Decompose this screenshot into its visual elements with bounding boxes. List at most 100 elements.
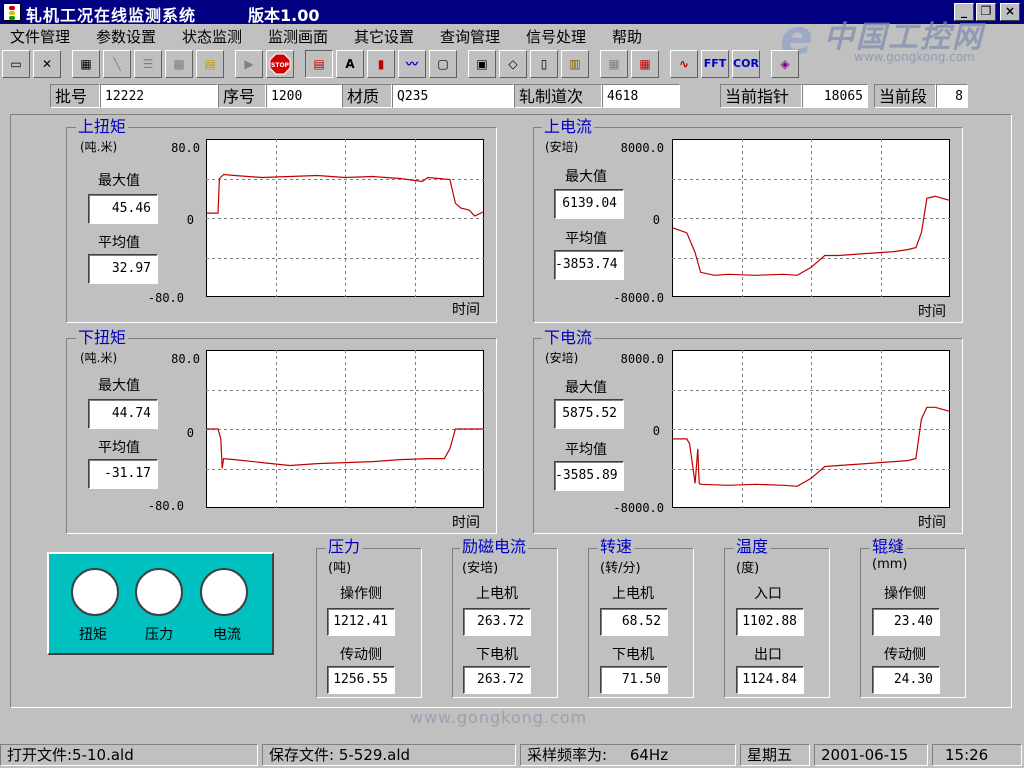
window-icon[interactable]: ▢ (429, 50, 457, 78)
lower-current-avg-value: -3585.89 (554, 461, 624, 491)
temperature-label-1: 入口 (754, 586, 782, 602)
material-value: Q235 (392, 84, 514, 108)
lower-torque-ymin: -80.0 (147, 499, 184, 513)
pressure-label-1: 操作侧 (340, 586, 382, 602)
lower-current-avg-label: 平均值 (565, 442, 607, 458)
upper-current-max-value: 6139.04 (554, 189, 624, 219)
speed-title: 转速 (598, 537, 635, 556)
cut-icon[interactable]: ✕ (33, 50, 61, 78)
pressure-unit: (吨) (328, 561, 352, 576)
status-save-file: 保存文件: 5-529.ald (262, 744, 516, 766)
note-icon[interactable]: ▤ (196, 50, 224, 78)
menu-file[interactable]: 文件管理 (10, 26, 70, 47)
monitor-view-icon[interactable]: ▤ (305, 50, 333, 78)
lower-torque-title: 下扭矩 (76, 328, 129, 347)
gap-value-2: 24.30 (872, 666, 940, 694)
upper-torque-ymin: -80.0 (147, 291, 184, 305)
menu-other-settings[interactable]: 其它设置 (354, 26, 414, 47)
grid-icon[interactable]: ▦ (600, 50, 628, 78)
lower-current-max-value: 5875.52 (554, 399, 624, 429)
menu-bar: 文件管理 参数设置 状态监测 监测画面 其它设置 查询管理 信号处理 帮助 (0, 24, 1024, 48)
toolbar: ▭ ✕ ▦ ╲ ☰ ▩ ▤ ▶ STOP ▤ A ▮ 〰 ▢ ▣ ◇ ▯ ▥ ▦… (0, 48, 1024, 80)
menu-signal[interactable]: 信号处理 (526, 26, 586, 47)
lower-torque-max-value: 44.74 (88, 399, 158, 429)
cor-button[interactable]: COR (732, 50, 760, 78)
window-version: 版本1.00 (248, 6, 320, 25)
diamond-icon[interactable]: ◇ (499, 50, 527, 78)
upper-current-unit: (安培) (545, 140, 579, 154)
excitation-unit: (安培) (462, 561, 499, 576)
upper-torque-ymax: 80.0 (171, 141, 200, 155)
traffic-light-icon[interactable] (3, 3, 21, 21)
menu-monitor-screen[interactable]: 监测画面 (268, 26, 328, 47)
upper-torque-max-label: 最大值 (98, 173, 140, 189)
menu-params[interactable]: 参数设置 (96, 26, 156, 47)
upper-torque-max-value: 45.46 (88, 194, 158, 224)
upper-current-ymax: 8000.0 (620, 141, 664, 155)
lower-torque-max-label: 最大值 (98, 378, 140, 394)
upper-torque-yzero: 0 (186, 213, 194, 227)
temperature-label-2: 出口 (754, 647, 782, 663)
lower-torque-avg-value: -31.17 (88, 459, 158, 489)
pressure-value-1: 1212.41 (327, 608, 395, 636)
lower-torque-xlabel: 时间 (452, 515, 480, 531)
speed-label-1: 上电机 (612, 586, 654, 602)
upper-current-chart (672, 139, 950, 297)
torque-lamp-label: 扭矩 (79, 627, 107, 643)
table-icon[interactable]: ▦ (72, 50, 100, 78)
grid-red-icon[interactable]: ▦ (631, 50, 659, 78)
pointer-value: 18065 (802, 84, 868, 108)
page-icon[interactable]: ▯ (530, 50, 558, 78)
menu-status-monitor[interactable]: 状态监测 (182, 26, 242, 47)
print-icon[interactable]: ▣ (468, 50, 496, 78)
upper-current-ymin: -8000.0 (613, 291, 664, 305)
grid-gray-icon[interactable]: ▩ (165, 50, 193, 78)
upper-current-avg-value: -3853.74 (554, 250, 624, 280)
fft-button[interactable]: FFT (701, 50, 729, 78)
waveform-icon[interactable]: ∿ (670, 50, 698, 78)
excitation-title: 励磁电流 (460, 537, 529, 556)
segment-label: 当前段 (874, 84, 936, 108)
lower-current-max-label: 最大值 (565, 380, 607, 396)
segment-value: 8 (936, 84, 968, 108)
excitation-value-2: 263.72 (463, 666, 531, 694)
status-time: 15:26 (932, 744, 1022, 766)
material-label: 材质 (342, 84, 392, 108)
bars-gray-icon[interactable]: ☰ (134, 50, 162, 78)
menu-query[interactable]: 查询管理 (440, 26, 500, 47)
lower-current-title: 下电流 (542, 328, 595, 347)
lower-current-yzero: 0 (652, 424, 660, 438)
upper-current-max-label: 最大值 (565, 169, 607, 185)
lower-current-ymin: -8000.0 (613, 501, 664, 515)
temperature-unit: (度) (736, 561, 760, 576)
upper-torque-avg-value: 32.97 (88, 254, 158, 284)
upper-torque-avg-label: 平均值 (98, 235, 140, 251)
seq-value: 1200 (266, 84, 342, 108)
upper-current-avg-label: 平均值 (565, 231, 607, 247)
speed-value-2: 71.50 (600, 666, 668, 694)
status-open-file: 打开文件:5-10.ald (0, 744, 258, 766)
lower-torque-chart (206, 350, 484, 508)
bar-chart-icon[interactable]: ▮ (367, 50, 395, 78)
lower-torque-ymax: 80.0 (171, 352, 200, 366)
temperature-value-2: 1124.84 (736, 666, 804, 694)
pointer-label: 当前指针 (720, 84, 802, 108)
line-tool-icon[interactable]: ╲ (103, 50, 131, 78)
menu-help[interactable]: 帮助 (612, 26, 642, 47)
status-sample-rate: 采样频率为: 64Hz (520, 744, 736, 766)
line-chart-icon[interactable]: 〰 (398, 50, 426, 78)
pass-value: 4618 (602, 84, 680, 108)
open-icon[interactable]: ▭ (2, 50, 30, 78)
speed-label-2: 下电机 (612, 647, 654, 663)
gap-label-1: 操作侧 (884, 586, 926, 602)
play-icon[interactable]: ▶ (235, 50, 263, 78)
current-lamp-label: 电流 (213, 627, 241, 643)
gap-label-2: 传动侧 (884, 647, 926, 663)
book-icon[interactable]: ◈ (771, 50, 799, 78)
calculator-icon[interactable]: ▥ (561, 50, 589, 78)
indicator-panel: 扭矩 压力 电流 (47, 552, 274, 655)
stop-icon[interactable]: STOP (266, 50, 294, 78)
text-tool-icon[interactable]: A (336, 50, 364, 78)
svg-text:STOP: STOP (271, 62, 290, 69)
gap-value-1: 23.40 (872, 608, 940, 636)
